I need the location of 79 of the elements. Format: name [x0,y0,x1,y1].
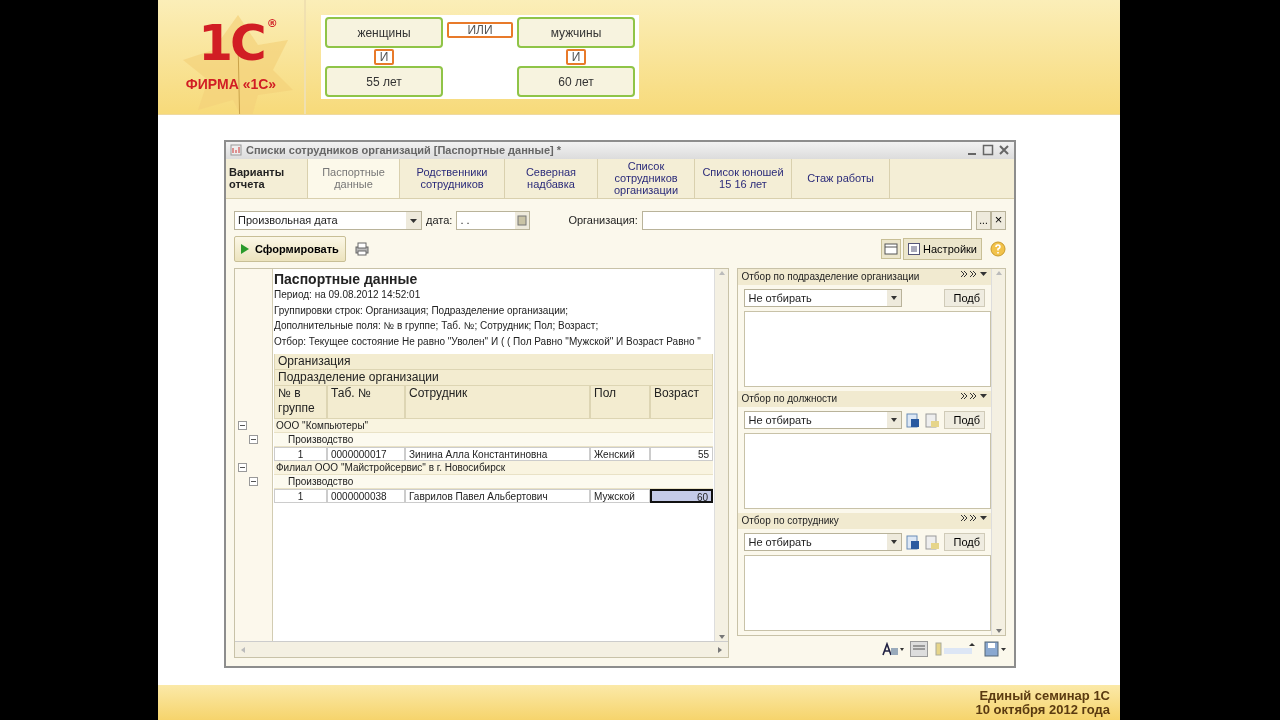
scroll-down-icon[interactable] [994,627,1003,635]
clear-button[interactable]: × [991,210,1006,230]
settings-button[interactable]: Настройки [903,237,982,260]
panel-arrows-icon[interactable] [960,391,988,401]
table-cell: 1 [274,489,327,503]
column-header: Пол [590,386,650,419]
report-parameter-text: Период: на 09.08.2012 14:52:01 [274,288,422,302]
table-cell: 0000000017 [327,447,405,461]
filter-select[interactable]: Не отбирать [744,411,903,429]
filter-select[interactable]: Не отбирать [744,533,903,551]
collapse-icon[interactable] [238,421,247,430]
panel-arrows-icon[interactable] [960,269,988,279]
choose-button[interactable]: ... [976,210,991,230]
app-icon [230,144,242,157]
layout-icon[interactable] [881,238,902,259]
column-header: № в группе [274,386,327,419]
subgroup-row: Производство [274,475,713,489]
column-header: Таб. № [327,386,405,419]
dropdown-caret-icon[interactable] [887,534,902,550]
organization-label: Организация: [568,212,638,228]
table-cell: 60 [650,489,713,503]
organization-field[interactable] [641,210,972,230]
printer-icon[interactable] [353,240,370,257]
table-cell: Гаврилов Павел Альбертович [405,489,590,503]
window-title: Списки сотрудников организаций [Паспортные данные] * [246,143,562,158]
table-cell: 1 [274,447,327,461]
collapse-icon[interactable] [249,435,258,444]
report-parameter-text: Группировки строк: Организация; Подразделение организации; [274,303,570,318]
footer-text: 10 октября 2012 года [975,702,1110,717]
close-icon[interactable] [998,144,1010,157]
group-row: Филиал ООО "Майстройсервис" в г. Новосибирск [274,461,713,475]
condition-box: женщины [325,17,443,48]
save-icon[interactable] [984,641,1006,657]
dropdown-caret-icon[interactable] [887,412,902,428]
save-list-icon[interactable] [906,412,922,428]
select-button[interactable]: Подб [944,533,985,551]
footer-text: Единый семинар 1С [979,688,1110,703]
select-button[interactable]: Подб [944,289,985,307]
filter-panel-title: Отбор по подразделение организации [741,270,920,284]
save-list-icon[interactable] [906,534,922,550]
report-variants-button[interactable]: Варианты отчета [226,158,308,198]
collapse-icon[interactable] [249,477,258,486]
panel-arrows-icon[interactable] [960,513,988,523]
report-title: Паспортные данные [274,271,419,287]
column-header: Возраст [650,386,713,419]
subgroup-row: Производство [274,433,713,447]
condition-box: мужчины [517,17,635,48]
font-icon[interactable] [882,642,904,656]
list-icon [908,242,921,255]
table-cell: Мужской [590,489,650,503]
filter-panel-title: Отбор по сотруднику [741,514,839,528]
dropdown-caret-icon[interactable] [406,211,421,229]
report-parameter-text: Дополнительные поля: № в группе; Таб. №; Сотрудник; Пол; Возраст; [274,319,600,333]
registered-mark: ® [266,18,278,29]
table-cell: Зинина Алла Константиновна [405,447,590,461]
grouping-header: Подразделение организации [274,370,713,386]
grouping-header: Организация [274,354,713,370]
maximize-icon[interactable] [982,144,994,157]
group-row: ООО "Компьютеры" [274,419,713,433]
table-cell: 55 [650,447,713,461]
collapse-icon[interactable] [238,463,247,472]
dropdown-caret-icon[interactable] [887,290,902,306]
play-icon [241,243,249,254]
table-cell: 0000000038 [327,489,405,503]
filter-select[interactable]: Не отбирать [744,289,903,307]
date-label: дата: [426,212,453,228]
column-header: Сотрудник [405,386,590,419]
operator-box: ИЛИ [447,22,513,38]
generate-button[interactable]: Сформировать [234,235,346,262]
report-parameter-text: Отбор: Текущее состояние Не равно "Уволен" И ( ( Пол Равно "Мужской" И Возраст Равно " [274,334,702,349]
date-field[interactable]: . . [456,210,531,230]
condition-box: 55 лет [325,66,443,97]
select-button[interactable]: Подб [944,411,985,429]
filter-panel-title: Отбор по должности [741,392,838,406]
logo-caption: ФИРМА «1С» [185,75,277,94]
condition-box: 60 лет [517,66,635,97]
report-tab[interactable]: Паспортные данные [308,158,400,198]
table-cell: Женский [590,447,650,461]
period-select[interactable]: Произвольная дата [234,210,422,230]
